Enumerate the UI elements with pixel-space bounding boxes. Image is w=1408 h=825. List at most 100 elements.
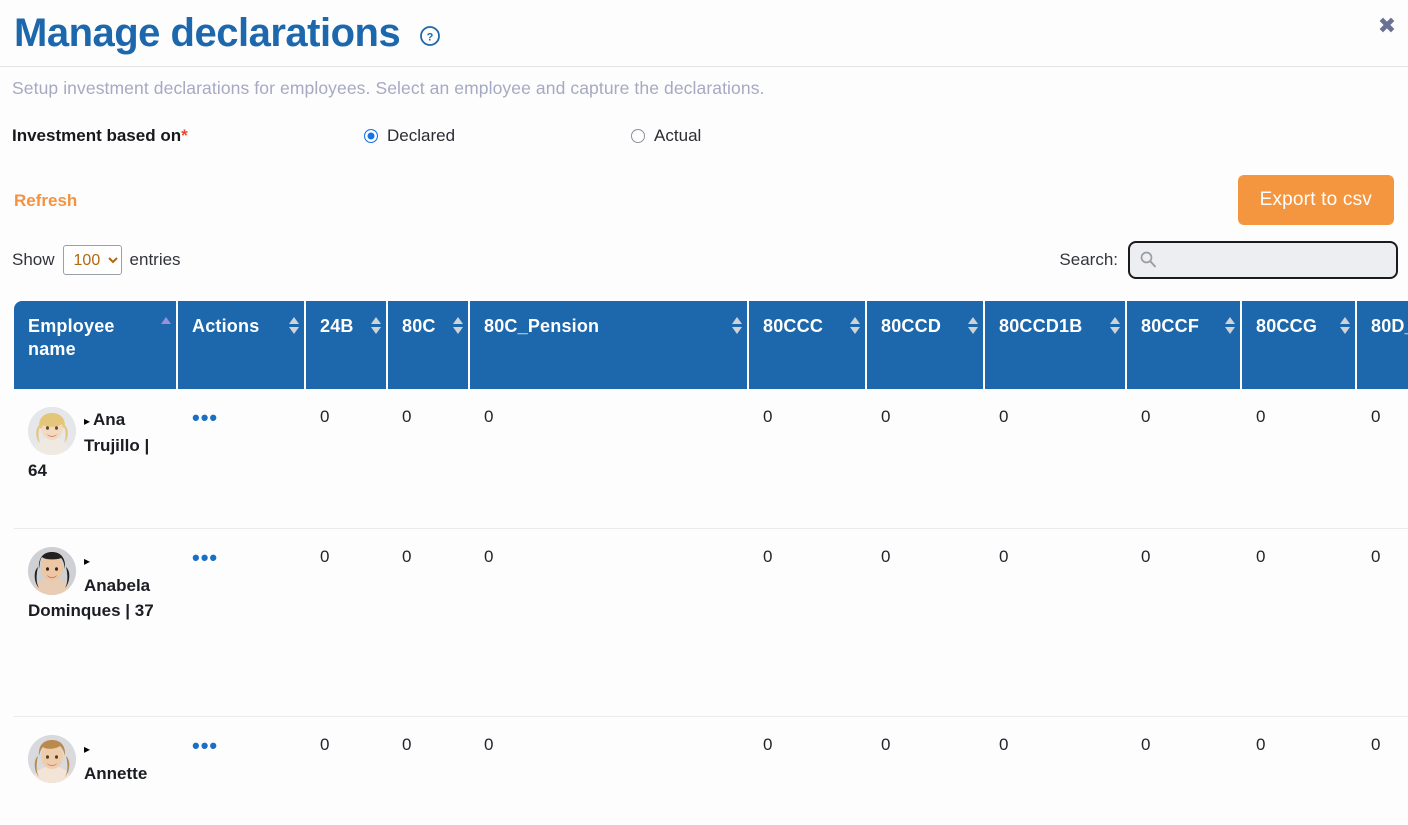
column-header-80ccf[interactable]: 80CCF xyxy=(1127,301,1242,389)
cell-80c-pension: 0 xyxy=(470,717,749,825)
row-actions-menu-icon[interactable]: ••• xyxy=(192,735,218,757)
cell-80d-parents: 0 xyxy=(1357,717,1408,825)
avatar xyxy=(28,735,76,783)
sort-indicator-icon[interactable] xyxy=(453,317,463,343)
actions-cell[interactable]: ••• xyxy=(178,717,306,825)
cell-80ccg: 0 xyxy=(1242,717,1357,825)
action-bar: Refresh Export to csv xyxy=(0,175,1408,237)
radio-actual-label: Actual xyxy=(654,126,702,145)
cell-80c: 0 xyxy=(388,529,470,717)
column-header-label: 24B xyxy=(320,316,354,336)
column-header-80ccd1b[interactable]: 80CCD1B xyxy=(985,301,1127,389)
cell-80ccf: 0 xyxy=(1127,717,1242,825)
entries-label: entries xyxy=(129,250,181,269)
column-header-label: 80C_Pension xyxy=(484,316,600,336)
avatar xyxy=(28,547,76,595)
sort-indicator-icon[interactable] xyxy=(1340,317,1350,343)
column-header-actions[interactable]: Actions xyxy=(178,301,306,389)
column-header-label: 80CCD xyxy=(881,316,942,336)
column-header-80c-pension[interactable]: 80C_Pension xyxy=(470,301,749,389)
cell-80ccc: 0 xyxy=(749,717,867,825)
column-header-80c[interactable]: 80C xyxy=(388,301,470,389)
table-body: ▸ Ana Trujillo | 64 ••• 0 0 0 0 0 0 0 0 0 xyxy=(14,389,1408,825)
expand-row-caret-icon[interactable]: ▸ xyxy=(84,414,90,428)
column-header-label: 80CCC xyxy=(763,316,824,336)
cell-80ccd1b: 0 xyxy=(985,389,1127,529)
column-header-label: 80CCG xyxy=(1256,316,1318,336)
table-row[interactable]: ▸ Anabela Dominques | 37 ••• 0 0 0 0 0 0… xyxy=(14,529,1408,717)
cell-80ccd: 0 xyxy=(867,389,985,529)
search-box xyxy=(1128,241,1398,279)
sort-indicator-icon[interactable] xyxy=(1225,317,1235,343)
column-header-employee-name[interactable]: Employee name xyxy=(14,301,178,389)
cell-80ccd: 0 xyxy=(867,529,985,717)
search-control: Search: xyxy=(1059,241,1398,279)
sort-indicator-icon[interactable] xyxy=(732,317,742,343)
cell-80ccf: 0 xyxy=(1127,529,1242,717)
export-to-csv-button[interactable]: Export to csv xyxy=(1237,175,1394,225)
cell-80c: 0 xyxy=(388,717,470,825)
table-header-row: Employee name Actions 24B 80C 80C_Pensio… xyxy=(14,301,1408,389)
employee-name-cell[interactable]: ▸ Anabela Dominques | 37 xyxy=(14,529,178,717)
column-header-80d-parents[interactable]: 80D_Pare xyxy=(1357,301,1408,389)
cell-80c-pension: 0 xyxy=(470,529,749,717)
cell-24b: 0 xyxy=(306,389,388,529)
svg-text:?: ? xyxy=(427,32,434,44)
column-header-label: 80D_Pare xyxy=(1371,316,1408,336)
cell-80d-parents: 0 xyxy=(1357,389,1408,529)
column-header-label: 80CCF xyxy=(1141,316,1200,336)
employee-name-cell[interactable]: ▸ Annette xyxy=(14,717,178,825)
table-row[interactable]: ▸ Annette ••• 0 0 0 0 0 0 0 0 0 xyxy=(14,717,1408,825)
actions-cell[interactable]: ••• xyxy=(178,529,306,717)
investment-based-on-row: Investment based on* Declared Actual xyxy=(0,121,1408,151)
sort-indicator-icon[interactable] xyxy=(371,317,381,343)
sort-indicator-icon[interactable] xyxy=(1110,317,1120,343)
avatar xyxy=(28,407,76,455)
radio-declared-label: Declared xyxy=(387,126,456,145)
column-header-80ccd[interactable]: 80CCD xyxy=(867,301,985,389)
search-input[interactable] xyxy=(1128,241,1398,279)
column-header-label: Actions xyxy=(192,316,260,336)
expand-row-caret-icon[interactable]: ▸ xyxy=(84,742,90,756)
column-header-80ccg[interactable]: 80CCG xyxy=(1242,301,1357,389)
cell-80ccd1b: 0 xyxy=(985,717,1127,825)
declarations-table-container[interactable]: Employee name Actions 24B 80C 80C_Pensio… xyxy=(14,301,1408,825)
close-icon[interactable]: ✖ xyxy=(1374,14,1400,40)
sort-indicator-asc-icon[interactable] xyxy=(161,317,171,343)
row-actions-menu-icon[interactable]: ••• xyxy=(192,407,218,429)
sort-indicator-icon[interactable] xyxy=(850,317,860,343)
cell-80ccg: 0 xyxy=(1242,389,1357,529)
employee-name: Annette xyxy=(84,763,148,783)
radio-declared-dot[interactable] xyxy=(364,129,378,143)
sort-indicator-icon[interactable] xyxy=(289,317,299,343)
cell-80ccc: 0 xyxy=(749,529,867,717)
cell-80ccc: 0 xyxy=(749,389,867,529)
declarations-table: Employee name Actions 24B 80C 80C_Pensio… xyxy=(14,301,1408,825)
cell-80ccd: 0 xyxy=(867,717,985,825)
refresh-button[interactable]: Refresh xyxy=(14,191,77,211)
actions-cell[interactable]: ••• xyxy=(178,389,306,529)
cell-24b: 0 xyxy=(306,529,388,717)
expand-row-caret-icon[interactable]: ▸ xyxy=(84,554,90,568)
investment-based-on-label: Investment based on* xyxy=(12,126,364,146)
cell-80c-pension: 0 xyxy=(470,389,749,529)
sort-indicator-icon[interactable] xyxy=(968,317,978,343)
cell-80ccf: 0 xyxy=(1127,389,1242,529)
table-row[interactable]: ▸ Ana Trujillo | 64 ••• 0 0 0 0 0 0 0 0 0 xyxy=(14,389,1408,529)
table-controls: Show 100 entries Search: xyxy=(0,241,1408,287)
column-header-24b[interactable]: 24B xyxy=(306,301,388,389)
investment-based-on-text: Investment based on xyxy=(12,126,182,145)
radio-declared[interactable]: Declared xyxy=(364,126,455,146)
page-length-select[interactable]: 100 xyxy=(62,245,122,275)
cell-80ccd1b: 0 xyxy=(985,529,1127,717)
column-header-80ccc[interactable]: 80CCC xyxy=(749,301,867,389)
question-circle-icon[interactable]: ? xyxy=(418,24,442,48)
cell-80c: 0 xyxy=(388,389,470,529)
employee-name-cell[interactable]: ▸ Ana Trujillo | 64 xyxy=(14,389,178,529)
radio-actual-dot[interactable] xyxy=(631,129,646,143)
cell-80ccg: 0 xyxy=(1242,529,1357,717)
row-actions-menu-icon[interactable]: ••• xyxy=(192,547,218,569)
radio-actual[interactable]: Actual xyxy=(631,126,701,146)
table-head: Employee name Actions 24B 80C 80C_Pensio… xyxy=(14,301,1408,389)
required-indicator: * xyxy=(181,126,188,145)
